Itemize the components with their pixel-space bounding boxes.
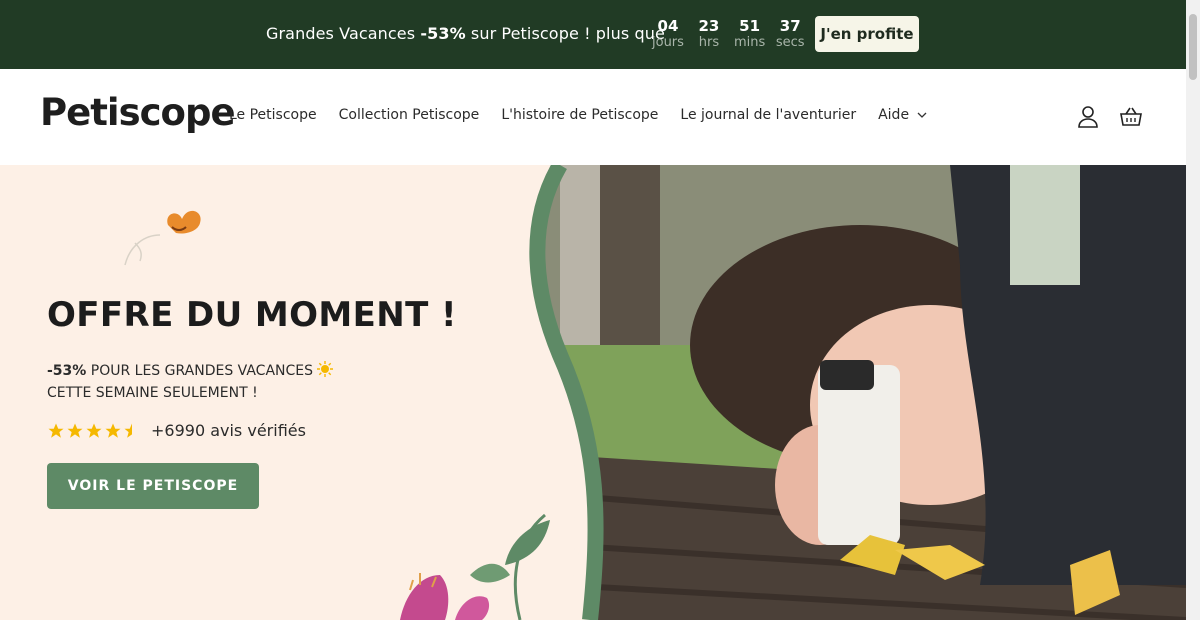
nav-item-label: Aide (878, 107, 910, 123)
chevron-down-icon (917, 112, 927, 118)
nav-item-aide[interactable]: Aide (878, 107, 927, 123)
nav-item-collection[interactable]: Collection Petiscope (339, 107, 480, 123)
hero-subtitle-line1-text: POUR LES GRANDES VACANCES (86, 363, 314, 379)
hero-subtitle: -53% POUR LES GRANDES VACANCES CETTE SEM… (47, 360, 334, 404)
nav-item-le-petiscope[interactable]: Le Petiscope (229, 107, 317, 123)
hero-cta-button[interactable]: VOIR LE PETISCOPE (47, 463, 259, 509)
star-icon (67, 423, 83, 438)
announcement-discount: -53% (420, 24, 466, 43)
cart-icon[interactable] (1119, 105, 1142, 129)
reviews-count: +6990 avis vérifiés (151, 421, 306, 440)
flower-icon (400, 513, 550, 620)
star-icon (48, 423, 64, 438)
hero-subtitle-line2: CETTE SEMAINE SEULEMENT ! (47, 385, 258, 401)
countdown-days: 04 jours (652, 17, 684, 51)
nav-item-journal[interactable]: Le journal de l'aventurier (680, 107, 856, 123)
announcement-bar: Grandes Vacances -53% sur Petiscope ! pl… (0, 0, 1186, 69)
countdown-seconds: 37 secs (775, 17, 805, 51)
account-icon[interactable] (1077, 105, 1099, 129)
countdown-hours-label: hrs (698, 35, 720, 50)
butterfly-icon (124, 210, 201, 266)
countdown-minutes: 51 mins (734, 17, 765, 51)
countdown-minutes-value: 51 (739, 17, 761, 35)
star-icon (86, 423, 102, 438)
logo[interactable]: Petiscope (40, 91, 236, 134)
announcement-text: Grandes Vacances -53% sur Petiscope ! pl… (266, 24, 665, 43)
countdown-days-label: jours (652, 35, 684, 50)
countdown-hours-value: 23 (698, 17, 720, 35)
sun-icon (317, 361, 334, 377)
site-header: Petiscope Le Petiscope Collection Petisc… (0, 69, 1186, 165)
nav-item-label: Le Petiscope (229, 107, 317, 123)
nav-item-label: Collection Petiscope (338, 107, 480, 123)
announcement-cta-button[interactable]: J'en profite (815, 16, 919, 52)
scrollbar-thumb[interactable] (1189, 14, 1197, 80)
main-nav: Le Petiscope Collection Petiscope L'hist… (229, 107, 927, 123)
countdown-timer: 04 jours 23 hrs 51 mins 37 secs (652, 17, 805, 51)
nav-item-label: Le journal de l'aventurier (680, 107, 857, 123)
hero-section: OFFRE DU MOMENT ! -53% POUR LES GRANDES … (0, 165, 1186, 620)
countdown-seconds-value: 37 (779, 17, 801, 35)
hero-title: OFFRE DU MOMENT ! (47, 295, 457, 335)
half-star-icon (124, 423, 132, 438)
scrollbar[interactable] (1186, 0, 1200, 620)
rating-stars (47, 422, 141, 440)
star-icon (105, 423, 121, 438)
nav-item-label: L'histoire de Petiscope (501, 107, 659, 123)
countdown-seconds-label: secs (775, 35, 805, 50)
countdown-days-value: 04 (657, 17, 679, 35)
countdown-hours: 23 hrs (694, 17, 724, 51)
header-icons (1077, 105, 1142, 129)
announcement-text-start: Grandes Vacances (266, 24, 421, 43)
announcement-text-end: sur Petiscope ! plus que (465, 24, 665, 43)
nav-item-histoire[interactable]: L'histoire de Petiscope (501, 107, 658, 123)
countdown-minutes-label: mins (733, 35, 766, 50)
hero-subtitle-discount: -53% (47, 363, 87, 379)
hero-subtitle-line1: -53% POUR LES GRANDES VACANCES (47, 360, 334, 382)
rating: +6990 avis vérifiés (47, 421, 306, 440)
